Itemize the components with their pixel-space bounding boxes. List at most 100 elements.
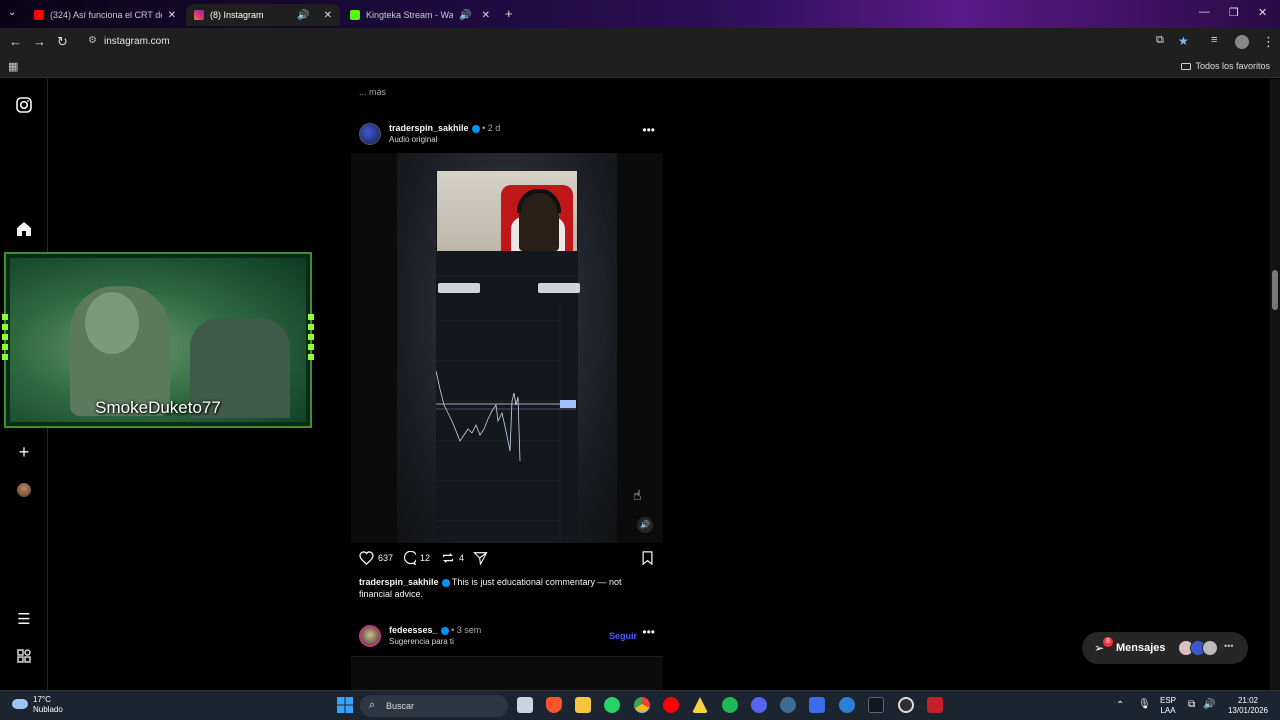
recording-webcam: [437, 171, 577, 251]
save-button[interactable]: [641, 551, 658, 565]
taskbar-search[interactable]: ⌕ Buscar: [360, 695, 508, 717]
red-app-icon[interactable]: [927, 697, 943, 713]
speaker-icon[interactable]: 🔊: [297, 10, 309, 21]
apps-grid-icon[interactable]: ▦: [8, 60, 18, 73]
file-explorer-icon[interactable]: [575, 697, 591, 713]
comment-button[interactable]: 12: [402, 551, 430, 565]
profile-avatar[interactable]: [1235, 35, 1249, 49]
post-options-icon[interactable]: •••: [642, 123, 655, 137]
follow-button[interactable]: Seguir: [609, 631, 637, 641]
home-icon[interactable]: [14, 219, 34, 239]
obs-icon[interactable]: [898, 697, 914, 713]
instagram-logo-icon[interactable]: [14, 95, 34, 115]
message-avatar: [1202, 640, 1218, 656]
address-bar[interactable]: ⚙ instagram.com: [80, 31, 1150, 53]
windows-taskbar: 17°C Nublado ⌕ Buscar ⌃ 🎙 ESP LAA ⧉ 🔊 21…: [0, 690, 1280, 720]
discord-icon[interactable]: [751, 697, 767, 713]
audio-toggle-icon[interactable]: 🔊: [637, 517, 653, 533]
youtube-app-icon[interactable]: [663, 697, 679, 713]
weather-condition: Nublado: [33, 705, 63, 714]
install-app-icon[interactable]: ⧉: [1156, 34, 1164, 47]
chrome-icon[interactable]: [634, 697, 650, 713]
post-time: • 3 sem: [451, 625, 482, 635]
app-window-icon[interactable]: [809, 697, 825, 713]
more-dots-icon[interactable]: •••: [1224, 641, 1233, 651]
browser-tab-strip: ⌄ (324) Así funciona el CRT de 4H ✕ (8) …: [0, 0, 1280, 28]
back-icon[interactable]: ←: [9, 34, 22, 49]
tab-kick[interactable]: Kingteka Stream - Watch Li 🔊 ✕: [342, 4, 498, 26]
restore-icon[interactable]: ❐: [1229, 6, 1239, 19]
bookmarks-bar: ▦ Todos los favoritos: [0, 56, 1280, 78]
language-indicator[interactable]: ESP LAA: [1160, 696, 1176, 716]
spotify-icon[interactable]: [722, 697, 738, 713]
price-line: [436, 370, 521, 462]
steam-icon[interactable]: [780, 697, 796, 713]
post-audio[interactable]: Audio original: [389, 135, 437, 144]
close-tab-icon[interactable]: ✕: [168, 10, 176, 21]
clock-time: 21:02: [1237, 696, 1259, 705]
share-icon: [473, 552, 488, 565]
tab-youtube[interactable]: (324) Así funciona el CRT de 4H ✕: [26, 4, 184, 26]
minimize-icon[interactable]: —: [1199, 6, 1210, 18]
youtube-icon: [34, 10, 44, 20]
forward-icon[interactable]: →: [33, 34, 46, 49]
post-media[interactable]: 🔊: [351, 153, 663, 543]
volume-icon[interactable]: 🔊: [1203, 700, 1215, 710]
tab-title: (8) Instagram: [210, 10, 264, 20]
clock[interactable]: 21:02 13/01/2026: [1222, 696, 1274, 716]
reload-icon[interactable]: ↻: [57, 34, 68, 50]
repost-button[interactable]: 4: [441, 551, 464, 565]
close-tab-icon[interactable]: ✕: [482, 10, 490, 21]
microphone-icon[interactable]: 🎙: [1138, 700, 1151, 710]
scrollbar-thumb[interactable]: [1272, 270, 1278, 310]
start-windows-icon[interactable]: [337, 697, 353, 713]
post-username[interactable]: fedeesses_: [389, 625, 438, 635]
post-username[interactable]: traderspin_sakhile: [389, 123, 469, 133]
brave-icon[interactable]: [546, 697, 562, 713]
menu-kebab-icon[interactable]: ⋮: [1262, 34, 1275, 50]
post-avatar[interactable]: [359, 123, 381, 145]
share-button[interactable]: [473, 551, 492, 565]
speaker-icon[interactable]: 🔊: [459, 10, 471, 21]
tradingview-icon[interactable]: [868, 697, 884, 713]
new-tab-button[interactable]: +: [505, 6, 513, 21]
kick-icon: [350, 10, 360, 20]
more-menu-icon[interactable]: ☰: [14, 609, 34, 629]
profile-avatar[interactable]: [14, 480, 34, 500]
post-actions: 637 12 4: [359, 551, 659, 571]
streamer-name: SmokeDuketo77: [95, 398, 221, 417]
media-control-icon[interactable]: ≡: [1211, 34, 1217, 46]
post-options-icon[interactable]: •••: [642, 625, 655, 639]
tray-chevron-icon[interactable]: ⌃: [1116, 701, 1124, 711]
caption-username[interactable]: traderspin_sakhile: [359, 577, 439, 587]
chart-toolbar: [436, 259, 578, 277]
page-scrollbar[interactable]: [1270, 79, 1280, 690]
site-info-icon[interactable]: ⚙: [88, 35, 97, 46]
close-window-icon[interactable]: ✕: [1258, 6, 1267, 19]
reel-video[interactable]: [397, 153, 617, 543]
messages-label: Mensajes: [1116, 642, 1166, 654]
messages-button[interactable]: ➢ 8 Mensajes •••: [1082, 632, 1248, 664]
weather-temperature: 17°C: [33, 695, 51, 704]
all-bookmarks-folder[interactable]: Todos los favoritos: [1181, 61, 1270, 71]
create-icon[interactable]: +: [14, 442, 34, 462]
alert-app-icon[interactable]: [692, 697, 708, 713]
buy-price-pill: [538, 283, 580, 293]
metatrader-icon[interactable]: [839, 697, 855, 713]
also-from-meta-icon[interactable]: [14, 646, 34, 666]
bookmark-star-icon[interactable]: ★: [1178, 34, 1189, 48]
all-bookmarks-label: Todos los favoritos: [1195, 61, 1270, 71]
whatsapp-icon[interactable]: [604, 697, 620, 713]
tab-search-chevron-icon[interactable]: ⌄: [8, 7, 16, 18]
heart-icon: [359, 551, 374, 565]
search-placeholder: Buscar: [386, 701, 415, 711]
network-icon[interactable]: ⧉: [1188, 700, 1195, 710]
close-tab-icon[interactable]: ✕: [324, 10, 332, 21]
tab-instagram[interactable]: (8) Instagram 🔊 ✕: [186, 4, 340, 26]
instagram-page: + ☰ SmokeDuketo77 ... más traderspin_sak…: [0, 79, 1280, 690]
like-button[interactable]: 637: [359, 551, 393, 565]
post-media[interactable]: [351, 656, 663, 690]
post-avatar[interactable]: [359, 625, 381, 647]
task-view-icon[interactable]: [517, 697, 533, 713]
more-link[interactable]: ... más: [359, 87, 386, 97]
